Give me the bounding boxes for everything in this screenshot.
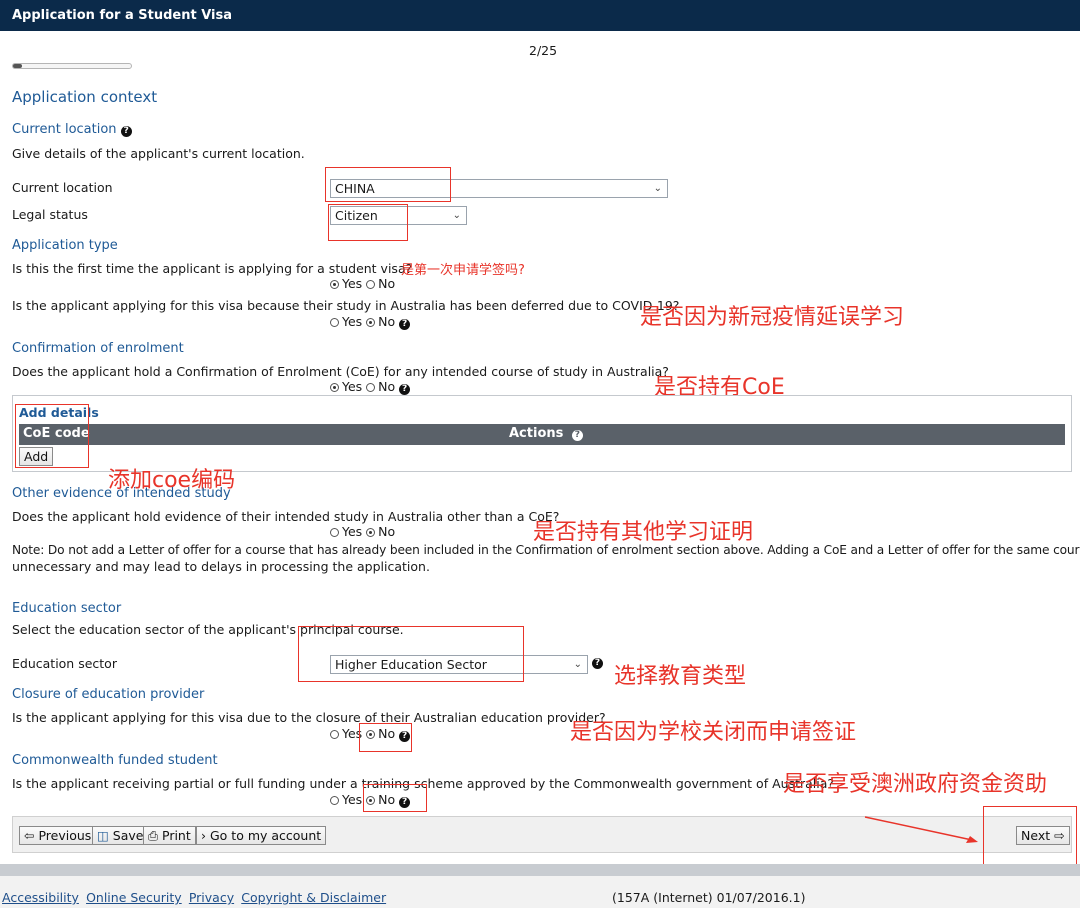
education-sector-annotation: 选择教育类型: [614, 664, 747, 689]
education-sector-title: Education sector: [12, 601, 122, 616]
radio-no[interactable]: No: [366, 524, 395, 539]
annotation-box: [325, 167, 451, 202]
radio-no[interactable]: No: [366, 379, 395, 394]
help-icon[interactable]: ?: [399, 319, 411, 330]
closure-question: Is the applicant applying for this visa …: [12, 710, 606, 725]
radio-yes[interactable]: Yes: [330, 524, 362, 539]
help-icon[interactable]: ?: [571, 430, 583, 441]
print-button[interactable]: ⎙ Print: [143, 826, 196, 845]
accessibility-link[interactable]: Accessibility: [2, 890, 79, 905]
coe-table-header: CoE code Actions ?: [19, 424, 1065, 445]
other-evidence-question: Does the applicant hold evidence of thei…: [12, 509, 560, 524]
annotation-box: [298, 626, 524, 682]
progress-label: 2/25: [529, 43, 558, 58]
radio-no[interactable]: No: [366, 276, 395, 291]
other-evidence-radio-group: Yes No: [330, 524, 395, 539]
application-type-title: Application type: [12, 238, 118, 253]
current-location-label: Current location: [12, 180, 113, 195]
privacy-link[interactable]: Privacy: [189, 890, 234, 905]
first-time-question: Is this the first time the applicant is …: [12, 261, 413, 276]
floppy-disk-icon: ◫: [97, 828, 109, 843]
radio-yes[interactable]: Yes: [330, 792, 362, 807]
first-time-radio-group: Yes No: [330, 276, 395, 291]
other-evidence-title: Other evidence of intended study: [12, 486, 231, 501]
online-security-link[interactable]: Online Security: [86, 890, 182, 905]
annotation-box: [15, 404, 89, 468]
radio-yes[interactable]: Yes: [330, 726, 362, 741]
other-evidence-annotation: 是否持有其他学习证明: [533, 520, 754, 545]
current-location-description: Give details of the applicant's current …: [12, 146, 305, 161]
printer-icon: ⎙: [148, 828, 159, 843]
annotation-box: [983, 806, 1077, 866]
page-footer: Accessibility Online Security Privacy Co…: [0, 876, 1080, 908]
divider-strip: [0, 864, 1080, 876]
covid-annotation: 是否因为新冠疫情延误学习: [640, 305, 905, 330]
commonwealth-title: Commonwealth funded student: [12, 753, 218, 768]
first-time-annotation: 是第一次申请学签吗?: [401, 263, 525, 278]
arrow-left-icon: ⇦: [24, 828, 35, 843]
previous-button[interactable]: ⇦ Previous: [19, 826, 97, 845]
coe-title: Confirmation of enrolment: [12, 341, 184, 356]
actions-column: Actions ?: [509, 426, 583, 441]
chevron-down-icon: ⌄: [452, 210, 461, 221]
covid-radio-group: Yes No ?: [330, 314, 411, 330]
help-icon[interactable]: ?: [399, 384, 411, 395]
save-button[interactable]: ◫ Save: [92, 826, 149, 845]
covid-question: Is the applicant applying for this visa …: [12, 298, 680, 313]
coe-radio-group: Yes No ?: [330, 379, 411, 395]
other-evidence-note-cont: unnecessary and may lead to delays in pr…: [12, 559, 430, 574]
go-to-account-button[interactable]: › Go to my account: [196, 826, 327, 845]
current-location-title: Current location ?: [12, 122, 132, 137]
title-bar: Application for a Student Visa: [0, 0, 1080, 31]
legal-status-label: Legal status: [12, 207, 88, 222]
footer-links: Accessibility Online Security Privacy Co…: [2, 890, 386, 906]
closure-annotation: 是否因为学校关闭而申请签证: [570, 720, 857, 745]
copyright-disclaimer-link[interactable]: Copyright & Disclaimer: [241, 890, 386, 905]
progress-bar: [12, 63, 132, 69]
annotation-box: [359, 723, 412, 752]
radio-yes[interactable]: Yes: [330, 276, 362, 291]
window-title: Application for a Student Visa: [12, 8, 233, 23]
help-icon[interactable]: ?: [592, 658, 603, 669]
annotation-arrow: [864, 816, 978, 843]
coe-question: Does the applicant hold a Confirmation o…: [12, 364, 669, 379]
progress-fill: [13, 64, 23, 68]
radio-no[interactable]: No: [366, 314, 395, 329]
chevron-down-icon: ⌄: [653, 183, 662, 194]
commonwealth-annotation: 是否享受澳洲政府资金资助: [783, 772, 1048, 797]
help-icon[interactable]: ?: [120, 126, 132, 137]
radio-yes[interactable]: Yes: [330, 314, 362, 329]
page-heading: Application context: [12, 88, 158, 106]
education-sector-label: Education sector: [12, 656, 117, 671]
radio-yes[interactable]: Yes: [330, 379, 362, 394]
other-evidence-note: Note: Do not add a Letter of offer for a…: [12, 543, 1080, 557]
version-text: (157A (Internet) 01/07/2016.1): [612, 890, 806, 905]
closure-title: Closure of education provider: [12, 687, 205, 702]
annotation-box: [363, 784, 427, 812]
chevron-right-icon: ›: [201, 828, 206, 843]
annotation-box: [328, 204, 408, 241]
chevron-down-icon: ⌄: [573, 659, 582, 670]
